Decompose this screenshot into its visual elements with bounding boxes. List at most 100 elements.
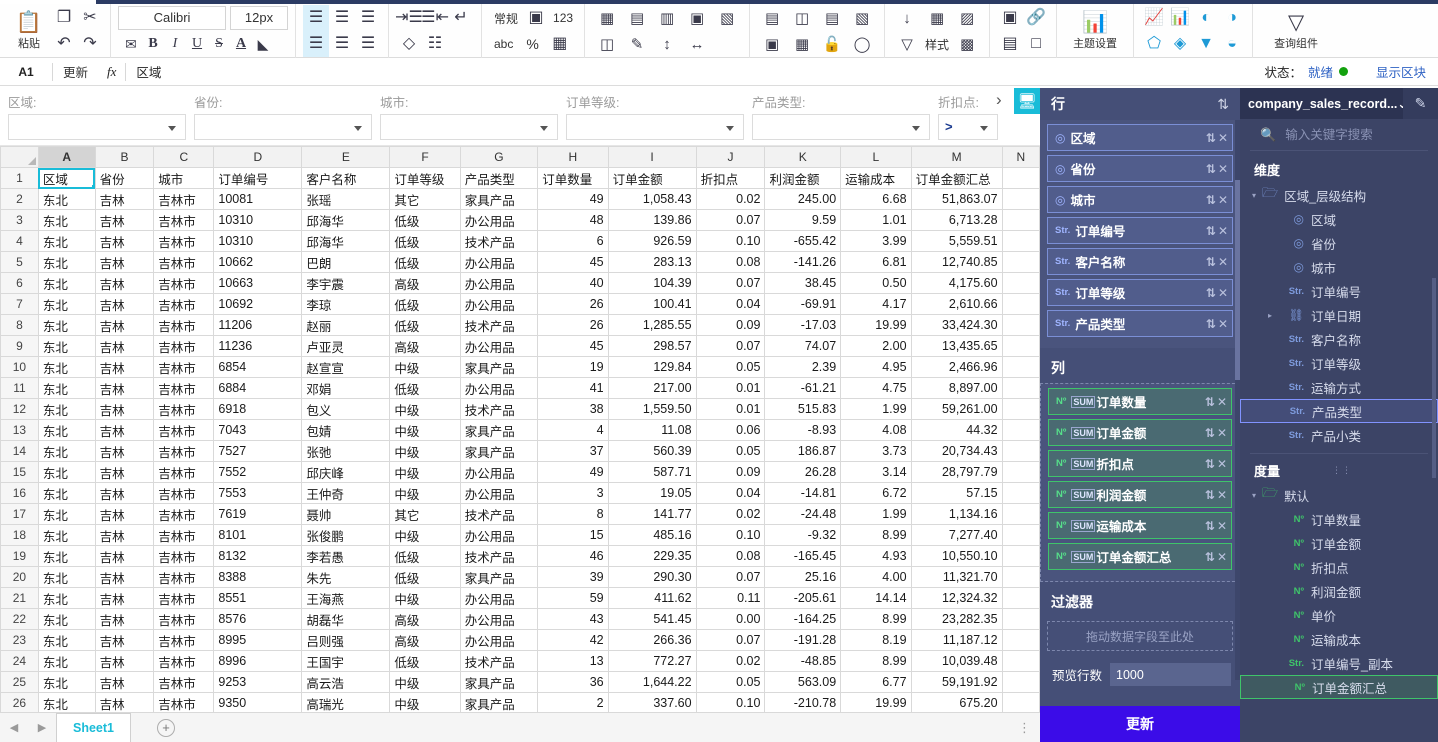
tab-options-icon[interactable]: ⋮ xyxy=(1018,720,1032,736)
cell-D19[interactable]: 8132 xyxy=(213,545,303,567)
align-left-icon[interactable]: ☰ xyxy=(303,5,329,31)
filter-icon[interactable]: ▽ xyxy=(892,31,922,57)
cell-H25[interactable]: 36 xyxy=(537,671,609,693)
cell-K11[interactable]: -61.21 xyxy=(764,377,842,399)
row-header-23[interactable]: 23 xyxy=(0,629,39,651)
cell-G19[interactable]: 技术产品 xyxy=(459,545,539,567)
row-header-6[interactable]: 6 xyxy=(0,272,39,294)
cut-icon[interactable]: ✂ xyxy=(77,5,103,31)
sort-toggle-icon[interactable]: ⇅ xyxy=(1205,550,1215,564)
remove-field-icon[interactable]: ✕ xyxy=(1218,286,1228,300)
field-tree-item[interactable]: Nº 运输成本 xyxy=(1240,627,1438,651)
align-top-icon[interactable]: ☰ xyxy=(303,31,329,57)
cell-A5[interactable]: 东北 xyxy=(37,251,96,273)
cell-M18[interactable]: 7,277.40 xyxy=(910,524,1003,546)
cell-H9[interactable]: 45 xyxy=(537,335,609,357)
cell-G7[interactable]: 办公用品 xyxy=(459,293,539,315)
field-tree-item[interactable]: Str. 订单等级 xyxy=(1240,351,1438,375)
cell-L13[interactable]: 4.08 xyxy=(840,419,912,441)
row-header-22[interactable]: 22 xyxy=(0,608,39,630)
cell-J10[interactable]: 0.05 xyxy=(695,356,766,378)
field-tree-item[interactable]: Str. 客户名称 xyxy=(1240,327,1438,351)
column-width-icon[interactable]: ↔ xyxy=(682,31,712,57)
cell-L20[interactable]: 4.00 xyxy=(840,566,912,588)
cell-K1[interactable]: 利润金额 xyxy=(764,167,842,189)
cell-L8[interactable]: 19.99 xyxy=(840,314,912,336)
row-header-18[interactable]: 18 xyxy=(0,524,39,546)
cell-B5[interactable]: 吉林 xyxy=(94,251,155,273)
cell-I22[interactable]: 541.45 xyxy=(607,608,697,630)
remove-field-icon[interactable]: ✕ xyxy=(1217,395,1227,409)
cell-I26[interactable]: 337.60 xyxy=(607,692,697,714)
cell-J7[interactable]: 0.04 xyxy=(695,293,766,315)
cell-G25[interactable]: 家具产品 xyxy=(459,671,539,693)
cell-F23[interactable]: 高级 xyxy=(389,629,461,651)
cell-L22[interactable]: 8.99 xyxy=(840,608,912,630)
cell-N22[interactable] xyxy=(1001,608,1040,630)
remove-field-icon[interactable]: ✕ xyxy=(1218,162,1228,176)
cell-reference-box[interactable]: A1 xyxy=(0,65,52,79)
font-name-input[interactable]: Calibri xyxy=(118,6,226,30)
cell-D4[interactable]: 10310 xyxy=(213,230,303,252)
column-header-C[interactable]: C xyxy=(153,146,215,168)
cell-K23[interactable]: -191.28 xyxy=(764,629,842,651)
cell-L17[interactable]: 1.99 xyxy=(840,503,912,525)
cell-B1[interactable]: 省份 xyxy=(94,167,155,189)
cell-M24[interactable]: 10,039.48 xyxy=(910,650,1003,672)
cell-F15[interactable]: 中级 xyxy=(389,461,461,483)
cell-E9[interactable]: 卢亚灵 xyxy=(301,335,391,357)
cell-N6[interactable] xyxy=(1001,272,1040,294)
cell-A19[interactable]: 东北 xyxy=(37,545,96,567)
remove-field-icon[interactable]: ✕ xyxy=(1218,224,1228,238)
collapse-arrow-icon[interactable]: ▾ xyxy=(1246,191,1262,200)
sheet-tab-sheet1[interactable]: Sheet1 xyxy=(56,713,131,742)
cell-F19[interactable]: 低级 xyxy=(389,545,461,567)
select-all-corner[interactable] xyxy=(0,146,39,168)
wrap-text-icon[interactable]: ↵ xyxy=(448,5,474,31)
cell-E16[interactable]: 王仲奇 xyxy=(301,482,391,504)
cell-L2[interactable]: 6.68 xyxy=(840,188,912,210)
cell-M25[interactable]: 59,191.92 xyxy=(910,671,1003,693)
field-tree-item[interactable]: Str. 运输方式 xyxy=(1240,375,1438,399)
cell-I16[interactable]: 19.05 xyxy=(607,482,697,504)
cell-K26[interactable]: -210.78 xyxy=(764,692,842,714)
cell-H2[interactable]: 49 xyxy=(537,188,609,210)
row-header-14[interactable]: 14 xyxy=(0,440,39,462)
align-right-icon[interactable]: ☰ xyxy=(355,5,381,31)
cell-B3[interactable]: 吉林 xyxy=(94,209,155,231)
cell-K25[interactable]: 563.09 xyxy=(764,671,842,693)
gauge-chart-icon[interactable]: ◑ xyxy=(1219,5,1245,31)
row-header-15[interactable]: 15 xyxy=(0,461,39,483)
cell-E17[interactable]: 聂帅 xyxy=(301,503,391,525)
column-header-D[interactable]: D xyxy=(213,146,303,168)
cell-J22[interactable]: 0.00 xyxy=(695,608,766,630)
sort-toggle-icon[interactable]: ⇅ xyxy=(1206,131,1216,145)
swap-axes-icon[interactable]: ⇅ xyxy=(1217,96,1229,113)
formula-update-button[interactable]: 更新 xyxy=(53,62,98,81)
cell-G4[interactable]: 技术产品 xyxy=(459,230,539,252)
cell-H21[interactable]: 59 xyxy=(537,587,609,609)
cell-F11[interactable]: 低级 xyxy=(389,377,461,399)
filter-region-select[interactable] xyxy=(8,114,186,140)
cell-E7[interactable]: 李琼 xyxy=(301,293,391,315)
cell-C11[interactable]: 吉林市 xyxy=(153,377,215,399)
cell-H4[interactable]: 6 xyxy=(537,230,609,252)
remove-field-icon[interactable]: ✕ xyxy=(1217,457,1227,471)
cell-K7[interactable]: -69.91 xyxy=(764,293,842,315)
column-header-L[interactable]: L xyxy=(840,146,912,168)
pie-chart-icon[interactable]: ◐ xyxy=(1193,5,1219,31)
number-format-general[interactable]: 常规 xyxy=(489,10,523,27)
cell-D21[interactable]: 8551 xyxy=(213,587,303,609)
field-tree-item[interactable]: Nº 单价 xyxy=(1240,603,1438,627)
cell-I12[interactable]: 1,559.50 xyxy=(607,398,697,420)
cell-D1[interactable]: 订单编号 xyxy=(213,167,303,189)
cell-H14[interactable]: 37 xyxy=(537,440,609,462)
cell-D15[interactable]: 7552 xyxy=(213,461,303,483)
field-tree-item[interactable]: ▾ 🗁 区域_层级结构 xyxy=(1240,183,1438,207)
cell-D5[interactable]: 10662 xyxy=(213,251,303,273)
row-header-1[interactable]: 1 xyxy=(0,167,39,189)
cell-M16[interactable]: 57.15 xyxy=(910,482,1003,504)
cell-A4[interactable]: 东北 xyxy=(37,230,96,252)
column-header-H[interactable]: H xyxy=(537,146,609,168)
cell-G15[interactable]: 办公用品 xyxy=(459,461,539,483)
